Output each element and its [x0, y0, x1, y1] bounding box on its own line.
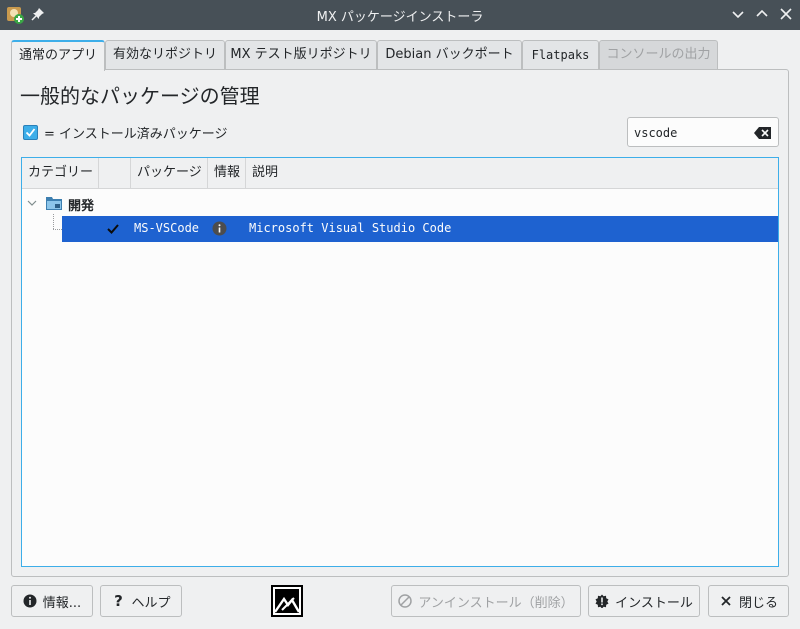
- package-description: Microsoft Visual Studio Code: [249, 221, 452, 235]
- installed-legend: = インストール済みパッケージ: [23, 123, 228, 142]
- close-icon: [719, 594, 733, 608]
- tab-mx-test-repo[interactable]: MX テスト版リポジトリ: [225, 40, 377, 70]
- maximize-icon[interactable]: [754, 6, 770, 22]
- checkbox-checked-icon: [23, 124, 38, 140]
- column-description[interactable]: 説明: [246, 158, 778, 188]
- page-title: 一般的なパッケージの管理: [20, 84, 260, 108]
- tab-regular-apps[interactable]: 通常のアプリ: [11, 40, 105, 71]
- minimize-icon[interactable]: [730, 6, 746, 22]
- close-button-label: 閉じる: [738, 595, 778, 611]
- window-title: MX パッケージインストーラ: [316, 10, 484, 25]
- folder-icon: [46, 196, 62, 210]
- help-button-label: ヘルプ: [131, 595, 171, 611]
- column-package[interactable]: パッケージ: [131, 158, 208, 188]
- tree-header: カテゴリー パッケージ 情報 説明: [22, 158, 778, 189]
- remove-icon: [398, 594, 413, 608]
- package-name: MS-VSCode: [134, 221, 200, 235]
- search-box: [627, 117, 779, 147]
- tree-branch-line: [53, 229, 62, 230]
- info-button[interactable]: 情報...: [11, 585, 93, 617]
- help-button[interactable]: ? ヘルプ: [100, 585, 182, 617]
- legend-label: = インストール済みパッケージ: [44, 126, 228, 142]
- category-label: 開発: [68, 199, 95, 214]
- tab-console-output: コンソールの出力: [599, 40, 718, 70]
- column-category[interactable]: カテゴリー: [22, 158, 99, 188]
- question-mark-icon: ?: [114, 592, 123, 610]
- install-icon: [595, 594, 609, 609]
- tab-enabled-repos[interactable]: 有効なリポジトリ: [105, 40, 225, 70]
- info-button-label: 情報...: [42, 595, 82, 611]
- install-button[interactable]: インストール: [588, 585, 700, 617]
- category-row[interactable]: 開発: [22, 192, 778, 214]
- mx-logo-icon: [271, 585, 303, 617]
- clear-search-icon[interactable]: [754, 126, 772, 140]
- title-bar: MX パッケージインストーラ: [0, 0, 800, 30]
- install-button-label: インストール: [615, 595, 693, 611]
- uninstall-button: アンインストール（削除）: [391, 585, 581, 617]
- column-info[interactable]: 情報: [208, 158, 246, 188]
- table-row[interactable]: MS-VSCode Microsoft Visual Studio Code: [62, 216, 778, 242]
- tab-flatpaks[interactable]: Flatpaks: [522, 40, 599, 70]
- close-button[interactable]: 閉じる: [708, 585, 789, 617]
- info-icon[interactable]: [212, 221, 227, 236]
- close-icon[interactable]: [778, 6, 794, 22]
- uninstall-button-label: アンインストール（削除）: [418, 595, 574, 611]
- tab-debian-backports[interactable]: Debian バックポート: [377, 40, 522, 70]
- package-tree[interactable]: カテゴリー パッケージ 情報 説明 開発 MS-VSCode Microsoft…: [21, 157, 779, 567]
- info-icon: [23, 594, 37, 608]
- chevron-down-icon[interactable]: [26, 197, 38, 209]
- search-input[interactable]: [634, 124, 752, 142]
- installed-check-icon: [106, 222, 120, 236]
- column-installed[interactable]: [99, 158, 131, 188]
- tree-branch-line: [53, 214, 54, 229]
